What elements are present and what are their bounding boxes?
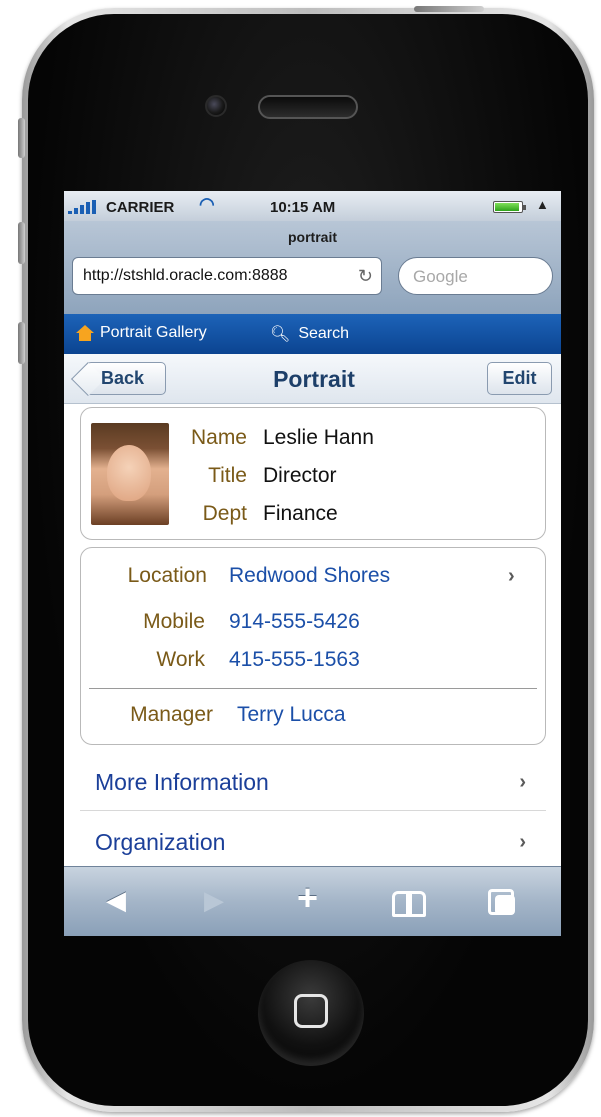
browser-toolbar: ◀ ▶ + [64,866,561,936]
earpiece-speaker [258,95,358,119]
front-camera [205,95,227,117]
chevron-right-icon: › [519,831,526,853]
dept-label: Dept [202,502,247,525]
edit-button[interactable]: Edit [487,362,552,395]
plus-icon[interactable]: + [297,877,318,919]
chevron-right-icon: › [519,771,526,793]
signal-icon [68,200,96,214]
url-text: http://stshld.oracle.com:8888 [83,267,288,284]
volume-down-button [18,322,25,364]
name-value: Leslie Hann [263,426,374,449]
wifi-icon: ◠ [199,194,215,214]
page-header: Back Portrait Edit [64,354,561,404]
title-value: Director [263,464,337,487]
list-item-label: More Information [95,769,269,795]
home-button-square-icon [294,994,328,1028]
content-area: Name Leslie Hann Title Director Dept Fin… [64,405,561,871]
status-clock: 10:15 AM [270,199,336,216]
nav-portrait-gallery[interactable]: Portrait Gallery [76,324,207,342]
power-button [414,6,484,12]
work-label: Work [156,648,205,671]
name-label: Name [190,426,247,449]
browser-address-bar: portrait http://stshld.oracle.com:8888 ↻… [64,221,561,314]
list-item-more-information[interactable]: More Information › [80,753,546,811]
nav-search-label: Search [298,325,350,342]
status-bar: CARRIER ◠ 10:15 AM ▲ [64,191,561,221]
search-field[interactable]: Google [398,257,553,295]
chevron-right-icon: › [508,565,515,587]
back-button[interactable]: Back [86,362,166,395]
battery-icon [493,201,526,213]
browser-page-title: portrait [288,229,337,245]
dept-value: Finance [263,502,338,525]
forward-arrow-icon[interactable]: ▶ [204,885,224,916]
app-nav-bar: Portrait Gallery 🔍︎ Search [64,314,561,354]
nav-search[interactable]: 🔍︎ Search [270,324,349,344]
phone-screen: CARRIER ◠ 10:15 AM ▲ portrait http://sts… [64,191,561,936]
page-title: Portrait [273,366,355,392]
search-icon: 🔍︎ [270,326,291,343]
home-icon [76,325,94,341]
work-phone-link[interactable]: 415-555-1563 [229,648,360,672]
profile-card: Name Leslie Hann Title Director Dept Fin… [80,407,546,540]
reload-icon[interactable]: ↻ [358,266,373,287]
profile-photo [91,423,169,525]
face-shape [107,445,151,501]
manager-link[interactable]: Terry Lucca [237,703,346,727]
location-arrow-icon: ▲ [536,197,549,212]
carrier-name: CARRIER [106,199,175,216]
back-button-label: Back [101,368,145,388]
nav-portrait-gallery-label: Portrait Gallery [100,324,207,341]
mobile-phone-link[interactable]: 914-555-5426 [229,610,360,634]
url-input[interactable]: http://stshld.oracle.com:8888 ↻ [72,257,382,295]
manager-label: Manager [130,703,213,726]
list-item-label: Organization [95,829,226,855]
mute-switch [18,118,25,158]
location-label: Location [127,564,207,587]
back-arrow-icon[interactable]: ◀ [106,885,126,916]
pages-icon[interactable] [488,889,518,917]
volume-up-button [18,222,25,264]
title-label: Title [208,464,247,487]
list-item-organization[interactable]: Organization › [80,813,546,871]
mobile-label: Mobile [143,610,205,633]
location-link[interactable]: Redwood Shores [229,564,390,588]
location-row[interactable]: Location Redwood Shores › [81,548,547,600]
divider [89,688,537,689]
contact-card: Location Redwood Shores › Mobile 914-555… [80,547,546,745]
book-icon[interactable] [392,891,426,917]
